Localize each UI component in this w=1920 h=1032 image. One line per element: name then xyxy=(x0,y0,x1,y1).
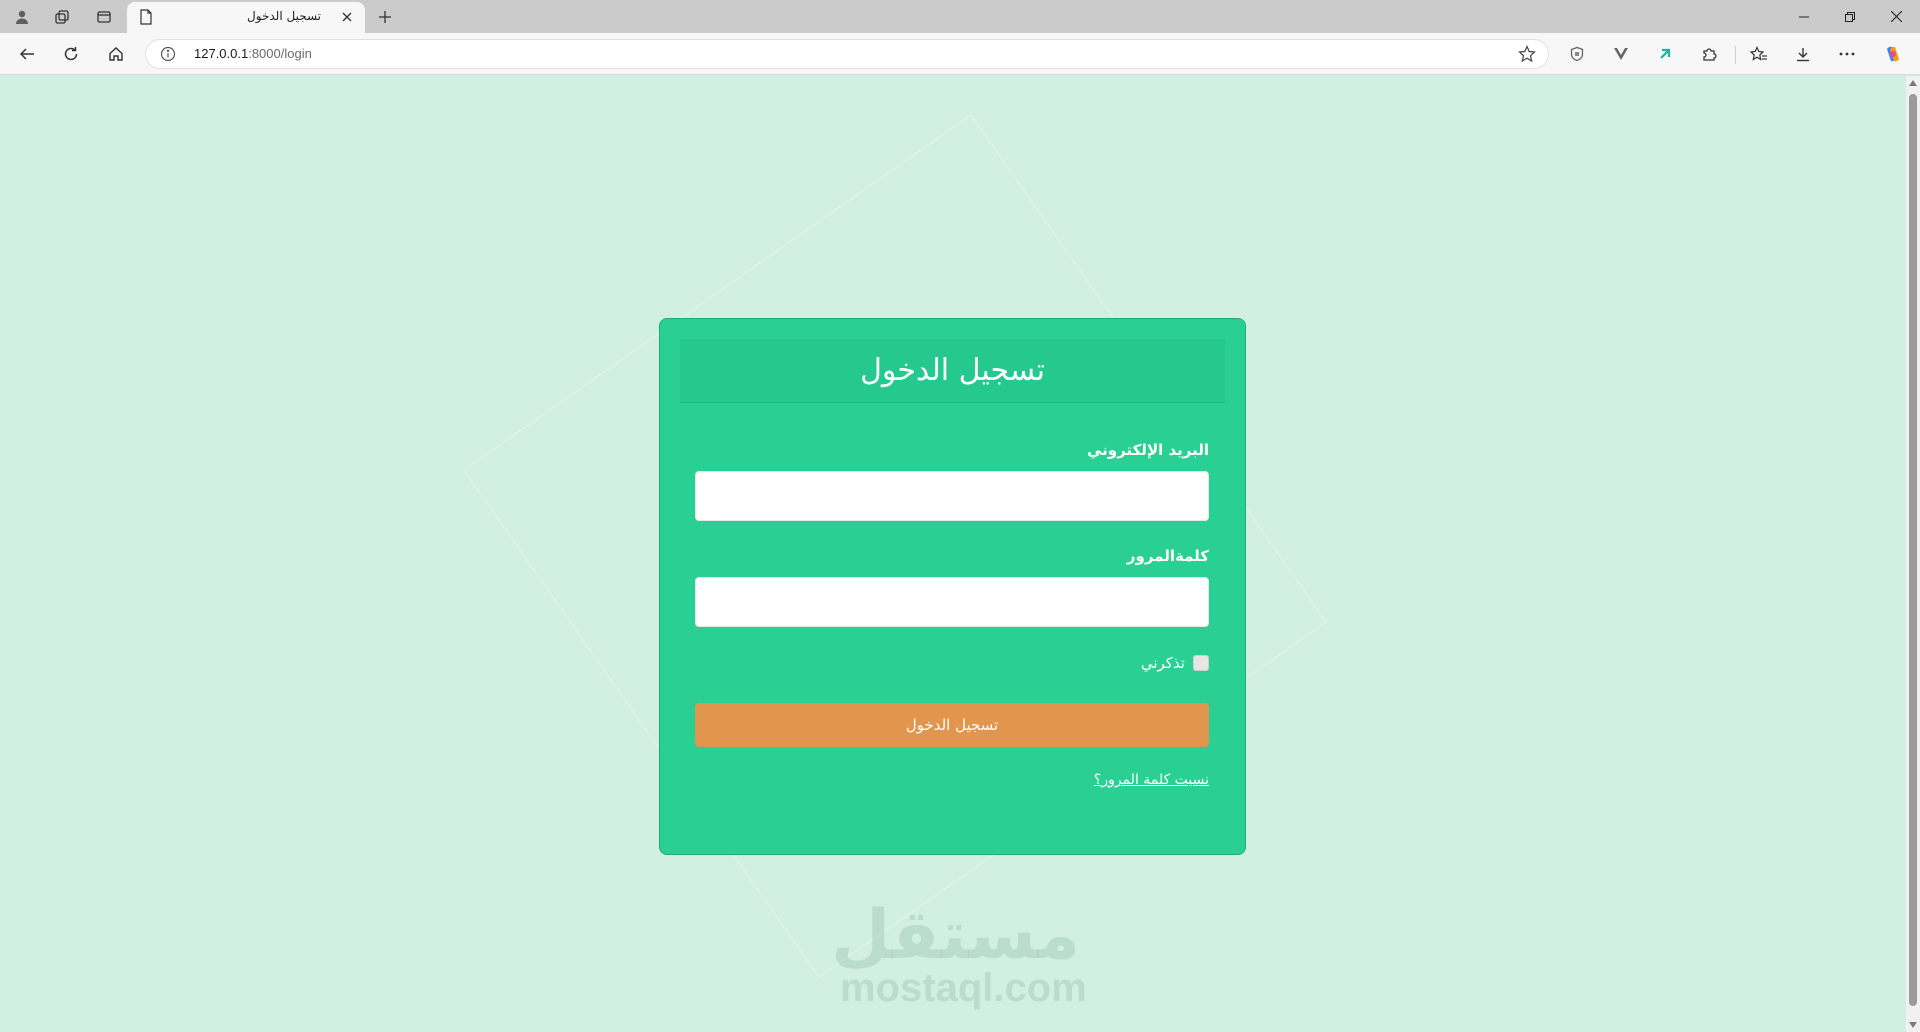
tab-login[interactable]: تسجيل الدخول xyxy=(127,2,365,33)
watermark-arabic: مستقل xyxy=(831,896,1080,975)
site-info-icon[interactable] xyxy=(160,46,176,66)
copilot-icon[interactable] xyxy=(1878,40,1908,68)
browser-toolbar: 127.0.0.1:8000/login xyxy=(0,33,1920,75)
remember-me: تذكرني xyxy=(1141,654,1209,672)
back-icon[interactable] xyxy=(12,40,42,68)
shield-icon[interactable] xyxy=(1562,40,1592,68)
url-text: 127.0.0.1:8000/login xyxy=(194,46,312,61)
profile-icon[interactable] xyxy=(6,5,38,29)
scrollbar-thumb[interactable] xyxy=(1909,94,1917,1006)
more-menu-icon[interactable] xyxy=(1832,40,1862,68)
address-bar[interactable]: 127.0.0.1:8000/login xyxy=(145,39,1549,69)
close-window-icon[interactable] xyxy=(1873,0,1919,33)
login-button[interactable]: تسجيل الدخول xyxy=(695,703,1209,747)
vue-devtools-icon[interactable] xyxy=(1606,40,1636,68)
new-tab-icon[interactable] xyxy=(372,5,398,29)
reload-icon[interactable] xyxy=(56,40,86,68)
forgot-password-link[interactable]: نسيت كلمة المرور؟ xyxy=(1094,772,1209,788)
scroll-up-icon[interactable] xyxy=(1909,80,1917,86)
extension-icon[interactable] xyxy=(1650,40,1680,68)
login-card-header: تسجيل الدخول xyxy=(680,339,1225,403)
home-icon[interactable] xyxy=(101,40,131,68)
favorite-star-icon[interactable] xyxy=(1518,45,1536,67)
login-card: تسجيل الدخول البريد الإلكتروني كلمةالمرو… xyxy=(659,318,1246,855)
browser-tabstrip: تسجيل الدخول xyxy=(0,0,1920,33)
tab-close-icon[interactable] xyxy=(337,7,357,27)
tab-actions-icon[interactable] xyxy=(88,5,120,29)
downloads-icon[interactable] xyxy=(1788,40,1818,68)
restore-icon[interactable] xyxy=(1827,0,1873,33)
workspaces-icon[interactable] xyxy=(46,5,78,29)
password-field[interactable] xyxy=(695,577,1209,627)
scroll-down-icon[interactable] xyxy=(1909,1022,1917,1028)
email-label: البريد الإلكتروني xyxy=(1087,441,1209,459)
email-field[interactable] xyxy=(695,471,1209,521)
toolbar-separator xyxy=(1735,46,1736,64)
tab-title: تسجيل الدخول xyxy=(247,9,321,23)
password-label: كلمةالمرور xyxy=(1126,547,1209,565)
page-title: تسجيل الدخول xyxy=(860,353,1045,388)
favorites-icon[interactable] xyxy=(1744,40,1774,68)
page-favicon-icon xyxy=(139,9,153,29)
extensions-puzzle-icon[interactable] xyxy=(1694,40,1724,68)
minimize-icon[interactable] xyxy=(1781,0,1827,33)
remember-checkbox[interactable] xyxy=(1193,655,1209,671)
remember-label: تذكرني xyxy=(1140,654,1185,672)
page-scrollbar[interactable] xyxy=(1906,76,1920,1032)
watermark-latin: mostaql.com xyxy=(840,966,1087,1010)
